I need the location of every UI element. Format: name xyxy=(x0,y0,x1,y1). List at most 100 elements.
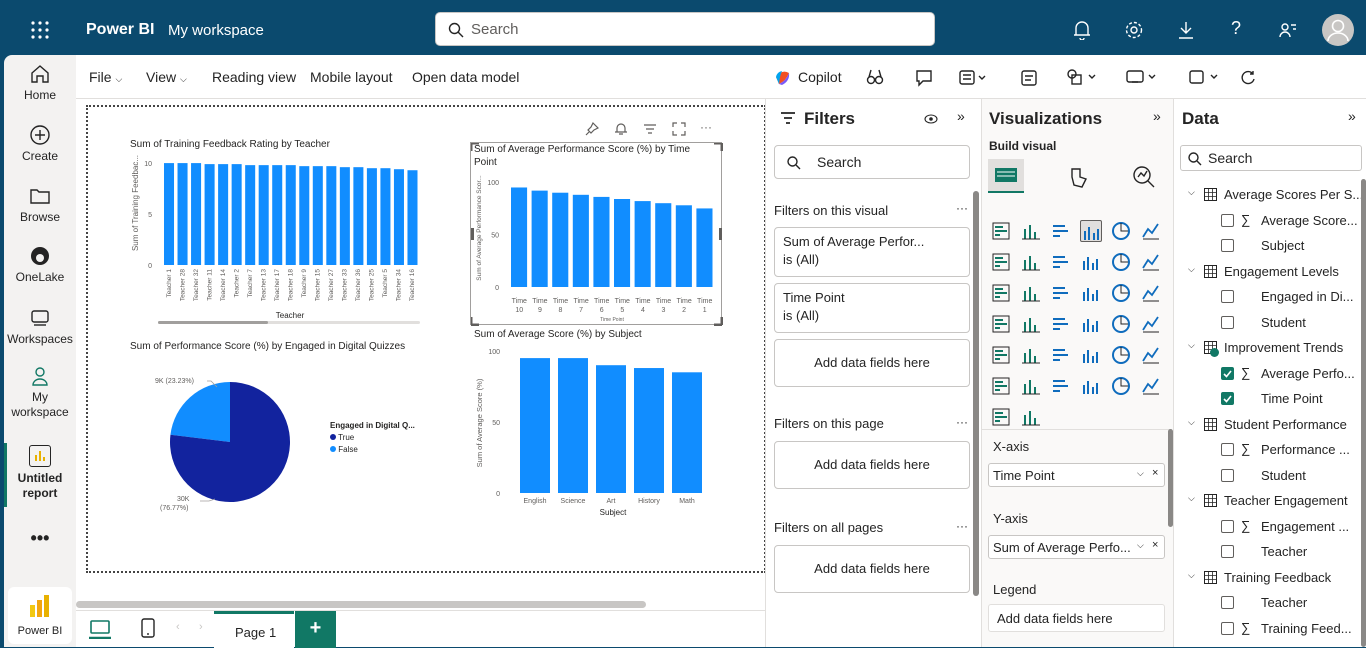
stacked-column-icon[interactable] xyxy=(1020,220,1042,242)
comment-icon[interactable] xyxy=(915,69,933,87)
focus-mode-icon[interactable] xyxy=(672,122,686,136)
build-visual-tab-icon[interactable] xyxy=(988,159,1024,193)
100-bar-icon[interactable] xyxy=(1110,220,1132,242)
field-row[interactable]: Student xyxy=(1174,311,1364,335)
collapse-data-icon[interactable]: » xyxy=(1348,108,1356,124)
field-row[interactable]: Time Point xyxy=(1174,387,1364,411)
binoculars-icon[interactable] xyxy=(866,68,884,86)
line-column-icon[interactable] xyxy=(1080,251,1102,273)
data-scrollbar[interactable] xyxy=(1361,179,1366,647)
rail-browse[interactable]: Browse xyxy=(0,185,80,224)
rail-onelake[interactable]: OneLake xyxy=(0,245,80,284)
ribbon-icon[interactable] xyxy=(1110,251,1132,273)
field-row[interactable]: ∑ Training Feed... xyxy=(1174,617,1364,641)
add-page-button[interactable]: + xyxy=(295,611,336,648)
decomposition-icon[interactable] xyxy=(1140,344,1162,366)
table-row-0[interactable]: ⌵ Average Scores Per S... xyxy=(1174,183,1364,207)
share-people-icon[interactable] xyxy=(1278,20,1298,40)
more-options-icon[interactable]: ··· xyxy=(956,519,968,533)
paginated-icon[interactable] xyxy=(1110,375,1132,397)
more-options-icon[interactable]: ··· xyxy=(956,201,968,215)
field-row[interactable]: Student xyxy=(1174,464,1364,488)
python-icon[interactable] xyxy=(1140,375,1162,397)
matrix-icon[interactable] xyxy=(1110,344,1132,366)
rail-my-workspace[interactable]: My workspace xyxy=(0,365,80,420)
view-icon[interactable] xyxy=(1188,68,1222,86)
clustered-bar-icon[interactable] xyxy=(1050,220,1072,242)
avatar[interactable] xyxy=(1322,14,1354,46)
rail-home[interactable]: Home xyxy=(0,63,80,102)
field-row[interactable]: ∑ Average Score... xyxy=(1174,209,1364,233)
menu-reading-view[interactable]: Reading view xyxy=(212,69,296,85)
field-checkbox[interactable] xyxy=(1221,366,1234,380)
menu-mobile-layout[interactable]: Mobile layout xyxy=(310,69,393,85)
bell-icon[interactable] xyxy=(614,122,628,136)
field-checkbox[interactable] xyxy=(1221,545,1234,558)
download-icon[interactable] xyxy=(1177,20,1195,40)
gauge-icon[interactable] xyxy=(1140,282,1162,304)
prev-page-icon[interactable]: ‹ xyxy=(176,621,180,633)
clustered-column-icon[interactable] xyxy=(1080,220,1102,242)
collapse-filters-icon[interactable]: » xyxy=(957,108,965,124)
search-box[interactable]: Search xyxy=(435,12,935,46)
format-icon[interactable] xyxy=(959,69,989,87)
bell-icon[interactable] xyxy=(1073,20,1091,40)
legend-well[interactable]: Add data fields here xyxy=(988,604,1165,632)
filter-drop-zone-visual[interactable]: Add data fields here xyxy=(774,339,970,387)
filter-drop-zone-all[interactable]: Add data fields here xyxy=(774,545,970,593)
field-checkbox[interactable] xyxy=(1221,468,1234,482)
field-checkbox[interactable] xyxy=(1221,596,1234,609)
field-row[interactable]: Teacher xyxy=(1174,540,1364,564)
table-row-1[interactable]: ⌵ Engagement Levels xyxy=(1174,260,1364,284)
menu-view[interactable]: View ⌵ xyxy=(146,69,187,85)
field-checkbox[interactable] xyxy=(1221,392,1234,405)
stacked-area-icon[interactable] xyxy=(1050,251,1072,273)
data-search[interactable]: Search xyxy=(1180,145,1362,171)
chevron-down-icon[interactable]: ⌵ xyxy=(1137,468,1144,479)
filter-drop-zone-page[interactable]: Add data fields here xyxy=(774,441,970,489)
filter-icon[interactable] xyxy=(643,122,657,136)
more-options-icon[interactable]: ··· xyxy=(956,415,968,429)
filters-search[interactable]: Search xyxy=(774,145,970,179)
azure-map-icon[interactable] xyxy=(1050,313,1072,335)
powerbi-brand[interactable]: Power BI xyxy=(8,587,72,644)
field-checkbox[interactable] xyxy=(1221,443,1234,456)
field-row[interactable]: ∑ Engagement ... xyxy=(1174,515,1364,539)
present-icon[interactable] xyxy=(1126,68,1160,86)
remove-field-icon[interactable]: × xyxy=(1152,467,1158,479)
text-box-icon[interactable] xyxy=(1020,69,1038,87)
shapes-icon[interactable] xyxy=(1066,68,1100,86)
visual-time-point[interactable]: Sum of Average Performance Score (%) by … xyxy=(470,142,723,326)
rail-untitled-report[interactable]: Untitled report xyxy=(0,445,80,501)
goals-icon[interactable] xyxy=(1080,375,1102,397)
card-icon[interactable] xyxy=(1140,313,1162,335)
field-row[interactable]: ∑ Performance ... xyxy=(1174,438,1364,462)
filter-card-time-point[interactable]: Time Point is (All) xyxy=(774,283,970,333)
table-icon[interactable] xyxy=(990,344,1012,366)
app-name[interactable]: Power BI xyxy=(86,21,154,39)
pin-icon[interactable] xyxy=(585,122,599,136)
power-automate-icon[interactable] xyxy=(1020,406,1042,428)
table-row-3[interactable]: ⌵ Student Performance xyxy=(1174,413,1364,437)
slicer-icon[interactable] xyxy=(1050,344,1072,366)
canvas-scrollbar[interactable] xyxy=(76,601,646,608)
desktop-view-icon[interactable] xyxy=(89,619,111,639)
gauge-2-icon[interactable] xyxy=(1110,313,1132,335)
narrative-icon[interactable] xyxy=(1050,375,1072,397)
scatter-icon[interactable] xyxy=(1020,282,1042,304)
field-checkbox[interactable] xyxy=(1221,621,1234,635)
power-apps-icon[interactable] xyxy=(990,406,1012,428)
filled-map-icon[interactable] xyxy=(1020,313,1042,335)
arrow-icon[interactable] xyxy=(1080,313,1102,335)
stacked-bar-icon[interactable] xyxy=(990,220,1012,242)
100-column-icon[interactable] xyxy=(1140,220,1162,242)
mobile-view-icon[interactable] xyxy=(141,618,155,638)
menu-open-data-model[interactable]: Open data model xyxy=(412,69,519,85)
field-row[interactable]: Teacher xyxy=(1174,591,1364,615)
collapse-viz-icon[interactable]: » xyxy=(1153,108,1161,124)
table-row-2[interactable]: ⌵ Improvement Trends xyxy=(1174,336,1364,360)
yaxis-well[interactable]: Sum of Average Perfo... ⌵ × xyxy=(988,535,1165,559)
pie-chart-icon[interactable] xyxy=(1050,282,1072,304)
remove-field-icon[interactable]: × xyxy=(1152,539,1158,551)
funnel-chart-icon[interactable] xyxy=(990,282,1012,304)
